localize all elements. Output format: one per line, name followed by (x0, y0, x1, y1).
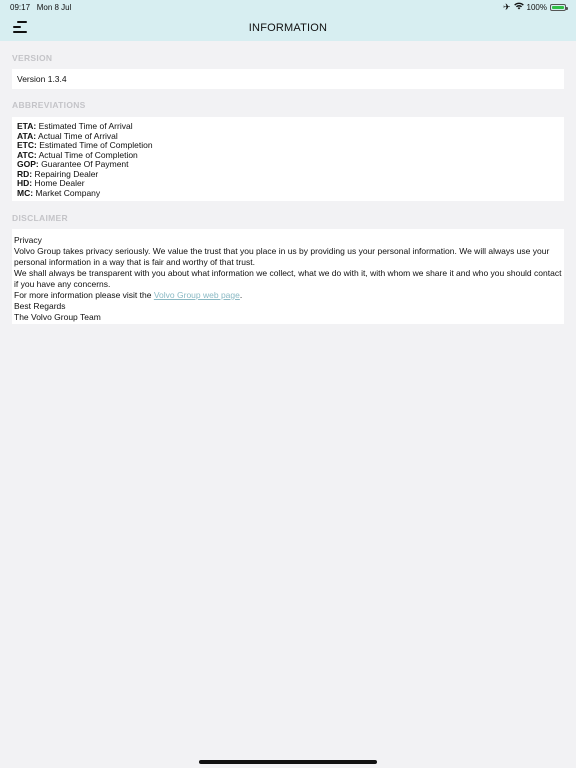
top-bar: 09:17 Mon 8 Jul ✈ 100% INFORMATION (0, 0, 576, 41)
disclaimer-more-info: For more information please visit the Vo… (14, 290, 243, 300)
disclaimer-title: Privacy (14, 235, 42, 245)
abbreviations-section-header: ABBREVIATIONS (12, 100, 86, 110)
abbreviations-card: ETA: Estimated Time of Arrival ATA: Actu… (12, 117, 564, 201)
disclaimer-paragraph: We shall always be transparent with you … (14, 268, 562, 289)
airplane-icon: ✈ (502, 1, 511, 12)
battery-percent: 100% (526, 2, 547, 12)
disclaimer-section-header: DISCLAIMER (12, 213, 68, 223)
disclaimer-team: The Volvo Group Team (14, 312, 101, 322)
wifi-icon (513, 2, 524, 12)
version-card: Version 1.3.4 (12, 69, 564, 89)
disclaimer-paragraph: Volvo Group takes privacy seriously. We … (14, 246, 550, 267)
abbreviation-row: MC: Market Company (17, 187, 101, 198)
status-bar-time: 09:17 Mon 8 Jul (10, 3, 72, 12)
home-indicator[interactable] (199, 760, 377, 764)
abbreviation-row: RD: Repairing Dealer (17, 168, 99, 179)
volvo-group-web-page-link[interactable]: Volvo Group web page (154, 290, 240, 300)
page-title: INFORMATION (248, 22, 328, 34)
status-bar-right: ✈ 100% (502, 1, 568, 12)
disclaimer-regards: Best Regards (14, 301, 66, 311)
battery-icon (550, 3, 568, 11)
version-value: Version 1.3.4 (17, 74, 67, 84)
version-section-header: VERSION (12, 53, 53, 63)
disclaimer-card: Privacy Volvo Group takes privacy seriou… (12, 229, 564, 324)
abbreviation-row: GOP: Guarantee Of Payment (17, 159, 129, 169)
